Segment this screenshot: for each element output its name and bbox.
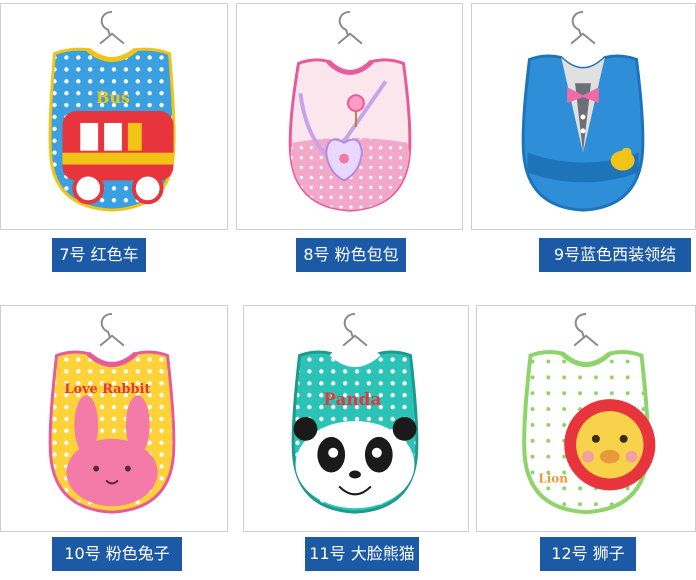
product-label-10[interactable]: 10号 粉色兔子 (52, 537, 182, 571)
lion-bib-text: Lion (538, 471, 568, 485)
product-label-12[interactable]: 12号 狮子 (540, 537, 636, 571)
blue-suit-bib-image (521, 10, 645, 212)
product-card-10[interactable]: Love Rabbit (0, 305, 228, 532)
panda-bib-image: Panda (291, 312, 419, 514)
rabbit-bib-text: Love Rabbit (64, 382, 150, 397)
lion-bib-image: Lion (522, 312, 656, 515)
product-label-11[interactable]: 11号 大脸熊猫 (305, 537, 419, 571)
product-card-9[interactable] (471, 3, 696, 230)
product-card-7[interactable]: Bus (0, 3, 228, 230)
product-label-8[interactable]: 8号 粉色包包 (296, 238, 406, 272)
product-card-12[interactable]: Lion (476, 305, 696, 532)
product-label-9[interactable]: 9号蓝色西装领结 (539, 238, 691, 272)
bus-bib-text: Bus (96, 88, 130, 107)
product-card-8[interactable] (236, 3, 463, 230)
product-card-11[interactable]: Panda (243, 305, 469, 532)
bus-bib-image: Bus (48, 10, 176, 212)
rabbit-bib-image: Love Rabbit (48, 312, 176, 514)
product-label-7[interactable]: 7号 红色车 (52, 238, 146, 272)
pink-purse-bib-image (288, 10, 412, 212)
panda-bib-text: Panda (323, 389, 381, 409)
